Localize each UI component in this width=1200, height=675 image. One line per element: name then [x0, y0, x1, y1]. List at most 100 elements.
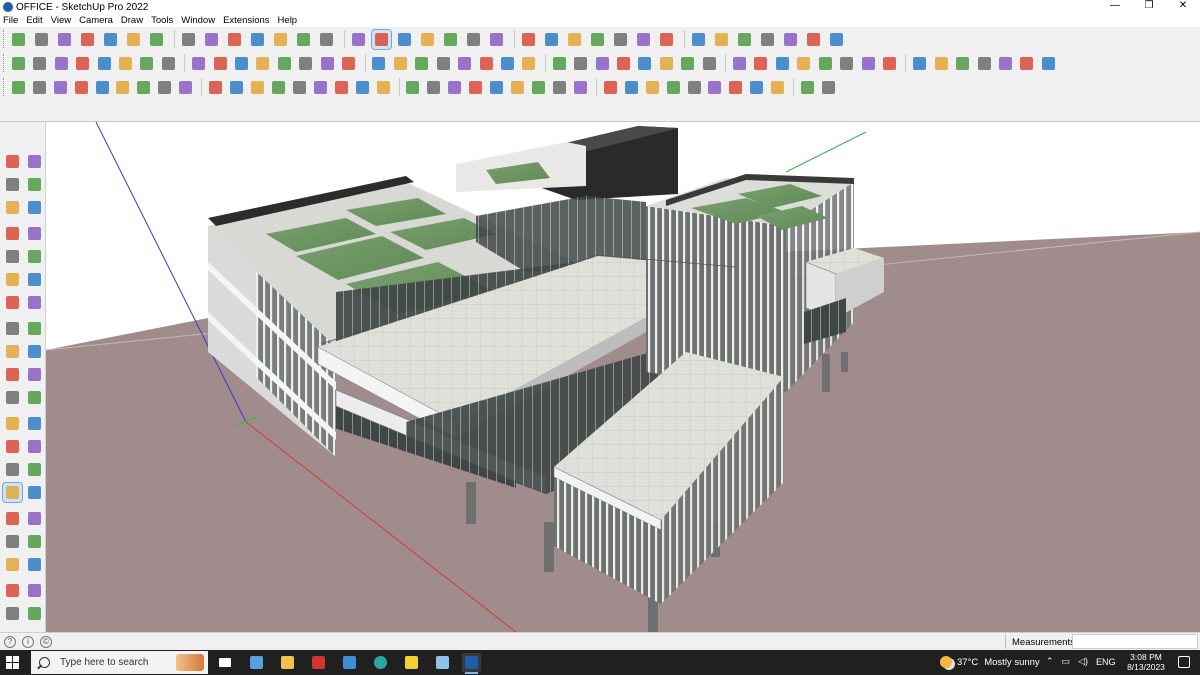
building-model-drawing[interactable] [46, 122, 1200, 632]
tb2-tool-icon[interactable] [859, 54, 876, 73]
taskbar-search[interactable]: Type here to search [31, 651, 208, 674]
tb1-tool-icon[interactable] [349, 30, 368, 49]
notification-icon[interactable] [1178, 656, 1190, 668]
tb3-tool-icon[interactable] [290, 78, 307, 97]
line-icon[interactable] [3, 224, 22, 243]
orbit-icon[interactable] [2, 482, 23, 503]
volume-icon[interactable]: ◁) [1078, 656, 1088, 667]
toolbar-grip[interactable] [3, 78, 6, 96]
tb3-tool-icon[interactable] [487, 78, 504, 97]
tb1-tool-icon[interactable] [487, 30, 506, 49]
model-viewport[interactable] [46, 122, 1200, 632]
tb1-tool-icon[interactable] [712, 30, 731, 49]
tb1-tool-icon[interactable] [418, 30, 437, 49]
toolbar-grip[interactable] [3, 30, 6, 48]
tb3-tool-icon[interactable] [155, 78, 172, 97]
tb3-tool-icon[interactable] [705, 78, 722, 97]
tb2-tool-icon[interactable] [275, 54, 292, 73]
tb2-tool-icon[interactable] [678, 54, 695, 73]
axes-icon[interactable] [3, 460, 22, 479]
tb3-tool-icon[interactable] [643, 78, 660, 97]
tag-icon[interactable] [25, 198, 44, 217]
info-icon[interactable]: i [22, 636, 34, 648]
tb2-tool-icon[interactable] [412, 54, 429, 73]
tb3-tool-icon[interactable] [9, 78, 26, 97]
clock[interactable]: 3:08 PM 8/13/2023 [1126, 652, 1166, 672]
sketchup-taskbar-icon[interactable] [462, 653, 481, 674]
extension-icon[interactable] [25, 604, 44, 623]
tb2-tool-icon[interactable] [816, 54, 833, 73]
circle-icon[interactable] [3, 270, 22, 289]
tb2-tool-icon[interactable] [657, 54, 674, 73]
tb2-tool-icon[interactable] [30, 54, 47, 73]
orbit-cursor-icon[interactable] [25, 152, 44, 171]
tb3-tool-icon[interactable] [403, 78, 420, 97]
maximize-button[interactable]: ❐ [1132, 0, 1166, 14]
credits-icon[interactable]: © [40, 636, 52, 648]
tb1-tool-icon[interactable] [147, 30, 166, 49]
tb3-tool-icon[interactable] [248, 78, 265, 97]
tb3-tool-icon[interactable] [176, 78, 193, 97]
arc-icon[interactable] [3, 293, 22, 312]
zoom-window-icon[interactable] [25, 509, 44, 528]
tb3-tool-icon[interactable] [508, 78, 525, 97]
tb3-tool-icon[interactable] [819, 78, 836, 97]
tb1-tool-icon[interactable] [371, 28, 392, 50]
acrobat-icon[interactable] [309, 653, 328, 672]
tb1-tool-icon[interactable] [78, 30, 97, 49]
tb3-tool-icon[interactable] [134, 78, 151, 97]
look-around-icon[interactable] [25, 555, 44, 574]
tb3-tool-icon[interactable] [51, 78, 68, 97]
pan-icon[interactable] [25, 483, 44, 502]
rotate-icon[interactable] [3, 365, 22, 384]
scale-icon[interactable] [3, 388, 22, 407]
tb2-tool-icon[interactable] [635, 54, 652, 73]
tb3-tool-icon[interactable] [311, 78, 328, 97]
walk-icon[interactable] [3, 581, 22, 600]
tb3-tool-icon[interactable] [798, 78, 815, 97]
tb1-tool-icon[interactable] [519, 30, 538, 49]
tb2-tool-icon[interactable] [700, 54, 717, 73]
dimension-icon[interactable] [25, 414, 44, 433]
pie-icon[interactable] [25, 319, 44, 338]
menu-file[interactable]: File [3, 15, 18, 26]
tb3-tool-icon[interactable] [227, 78, 244, 97]
sticky-notes-icon[interactable] [402, 653, 421, 672]
tb3-tool-icon[interactable] [550, 78, 567, 97]
move-icon[interactable] [3, 342, 22, 361]
tb2-tool-icon[interactable] [391, 54, 408, 73]
menu-camera[interactable]: Camera [79, 15, 113, 26]
tb1-tool-icon[interactable] [9, 30, 28, 49]
tb2-tool-icon[interactable] [189, 54, 206, 73]
chevron-up-icon[interactable]: ⌃ [1046, 656, 1054, 667]
tb1-tool-icon[interactable] [611, 30, 630, 49]
tb3-tool-icon[interactable] [685, 78, 702, 97]
menu-edit[interactable]: Edit [26, 15, 42, 26]
tb3-tool-icon[interactable] [445, 78, 462, 97]
tb3-tool-icon[interactable] [113, 78, 130, 97]
tb2-tool-icon[interactable] [550, 54, 567, 73]
eraser-icon[interactable] [25, 175, 44, 194]
tb3-tool-icon[interactable] [353, 78, 370, 97]
previous-view-icon[interactable] [25, 532, 44, 551]
menu-window[interactable]: Window [181, 15, 215, 26]
tb3-tool-icon[interactable] [529, 78, 546, 97]
tb2-tool-icon[interactable] [137, 54, 154, 73]
tb3-tool-icon[interactable] [424, 78, 441, 97]
tb1-tool-icon[interactable] [588, 30, 607, 49]
rectangle-icon[interactable] [3, 247, 22, 266]
tb1-tool-icon[interactable] [124, 30, 143, 49]
tb3-tool-icon[interactable] [466, 78, 483, 97]
tb2-tool-icon[interactable] [571, 54, 588, 73]
tb2-tool-icon[interactable] [477, 54, 494, 73]
tb2-tool-icon[interactable] [339, 54, 356, 73]
tb1-tool-icon[interactable] [804, 30, 823, 49]
tb1-tool-icon[interactable] [294, 30, 313, 49]
tb3-tool-icon[interactable] [768, 78, 785, 97]
tb1-tool-icon[interactable] [758, 30, 777, 49]
tb1-tool-icon[interactable] [781, 30, 800, 49]
tb3-tool-icon[interactable] [30, 78, 47, 97]
component-icon[interactable] [3, 198, 22, 217]
menu-draw[interactable]: Draw [121, 15, 143, 26]
tb2-tool-icon[interactable] [975, 54, 992, 73]
